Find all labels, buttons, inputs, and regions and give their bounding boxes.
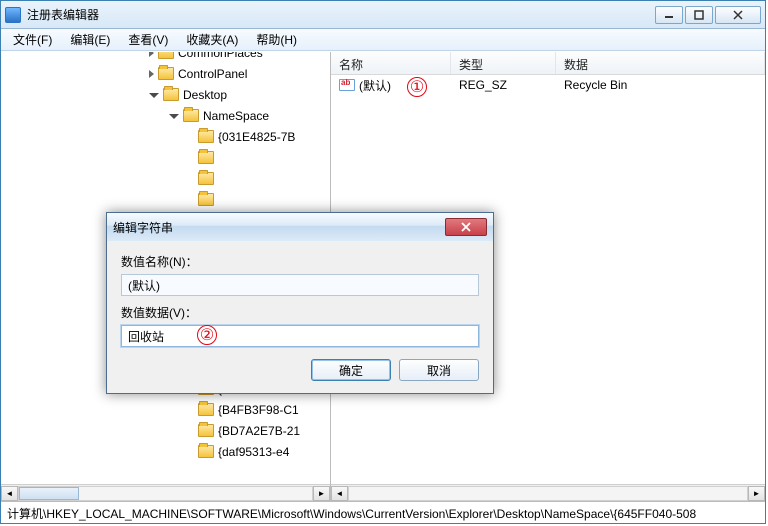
tree-item[interactable] <box>1 168 330 189</box>
edit-string-dialog[interactable]: 编辑字符串 数值名称(N)： (默认) 数值数据(V)： ② 确定 取 <box>106 212 494 394</box>
folder-icon <box>163 88 179 101</box>
tree-item[interactable]: {031E4825-7B <box>1 126 330 147</box>
dialog-body: 数值名称(N)： (默认) 数值数据(V)： ② 确定 取消 <box>107 241 493 393</box>
dialog-titlebar[interactable]: 编辑字符串 <box>107 213 493 241</box>
twister-open-icon[interactable] <box>169 114 179 119</box>
value-name-label: 数值名称(N)： <box>121 253 479 270</box>
folder-icon <box>198 424 214 437</box>
annotation-2: ② <box>197 325 217 345</box>
tree-item[interactable]: ControlPanel <box>1 63 330 84</box>
menu-help[interactable]: 帮助(H) <box>248 29 305 50</box>
col-data[interactable]: 数据 <box>556 52 765 74</box>
list-header[interactable]: 名称 类型 数据 <box>331 52 765 75</box>
folder-icon <box>198 193 214 206</box>
twister-open-icon[interactable] <box>149 93 159 98</box>
twister-closed-icon[interactable] <box>149 70 154 78</box>
menu-favorites[interactable]: 收藏夹(A) <box>178 29 246 50</box>
minimize-button[interactable] <box>655 6 683 24</box>
string-value-icon <box>339 79 355 91</box>
value-name-field: (默认) <box>121 274 479 296</box>
list-hscrollbar[interactable]: ◄ ► <box>331 484 765 501</box>
tree-item[interactable]: {daf95313-e4 <box>1 441 330 462</box>
tree-item-label: NameSpace <box>203 109 269 123</box>
col-name[interactable]: 名称 <box>331 52 451 74</box>
tree-item[interactable]: Desktop <box>1 84 330 105</box>
scroll-left-icon[interactable]: ◄ <box>331 486 348 501</box>
tree-item-label: {BD7A2E7B-21 <box>218 424 300 438</box>
folder-icon <box>183 109 199 122</box>
folder-icon <box>198 403 214 416</box>
col-type[interactable]: 类型 <box>451 52 556 74</box>
scroll-left-icon[interactable]: ◄ <box>1 486 18 501</box>
app-icon <box>5 7 21 23</box>
dialog-title: 编辑字符串 <box>113 219 445 236</box>
menubar: 文件(F) 编辑(E) 查看(V) 收藏夹(A) 帮助(H) <box>1 29 765 51</box>
tree-hscrollbar[interactable]: ◄ ► <box>1 484 330 501</box>
tree-item[interactable]: {B4FB3F98-C1 <box>1 399 330 420</box>
folder-icon <box>198 130 214 143</box>
tree-item-label: ControlPanel <box>178 67 247 81</box>
close-button[interactable] <box>715 6 761 24</box>
folder-icon <box>198 151 214 164</box>
ok-button[interactable]: 确定 <box>311 359 391 381</box>
value-data-input[interactable] <box>121 325 479 347</box>
tree-item-label: CommonPlaces <box>178 52 263 60</box>
menu-edit[interactable]: 编辑(E) <box>62 29 118 50</box>
tree-item[interactable] <box>1 189 330 210</box>
twister-closed-icon[interactable] <box>149 52 154 57</box>
tree-item-label: {031E4825-7B <box>218 130 295 144</box>
folder-icon <box>158 67 174 80</box>
menu-view[interactable]: 查看(V) <box>120 29 176 50</box>
scroll-right-icon[interactable]: ► <box>748 486 765 501</box>
list-row[interactable]: (默认) REG_SZ Recycle Bin <box>331 75 765 95</box>
scroll-track[interactable] <box>18 486 313 501</box>
value-name: (默认) <box>359 77 391 94</box>
scroll-thumb[interactable] <box>19 487 79 500</box>
tree-item[interactable] <box>1 147 330 168</box>
folder-icon <box>198 172 214 185</box>
dialog-close-button[interactable] <box>445 218 487 236</box>
scroll-right-icon[interactable]: ► <box>313 486 330 501</box>
registry-editor-window: 注册表编辑器 文件(F) 编辑(E) 查看(V) 收藏夹(A) 帮助(H) Co… <box>0 0 766 524</box>
menu-file[interactable]: 文件(F) <box>5 29 60 50</box>
tree-item[interactable]: CommonPlaces <box>1 52 330 63</box>
value-data: Recycle Bin <box>556 78 765 92</box>
window-title: 注册表编辑器 <box>27 6 653 23</box>
annotation-1: ① <box>407 77 427 97</box>
tree-item-label: {daf95313-e4 <box>218 445 289 459</box>
value-type: REG_SZ <box>451 78 556 92</box>
titlebar[interactable]: 注册表编辑器 <box>1 1 765 29</box>
statusbar: 计算机\HKEY_LOCAL_MACHINE\SOFTWARE\Microsof… <box>1 501 765 523</box>
tree-item-label: Desktop <box>183 88 227 102</box>
folder-icon <box>198 445 214 458</box>
value-data-label: 数值数据(V)： <box>121 304 479 321</box>
tree-item-label: {B4FB3F98-C1 <box>218 403 299 417</box>
folder-icon <box>158 52 174 59</box>
scroll-track[interactable] <box>348 486 748 501</box>
tree-item[interactable]: NameSpace <box>1 105 330 126</box>
maximize-button[interactable] <box>685 6 713 24</box>
client-area: CommonPlaces ControlPanel Desktop NameSpace… <box>1 51 765 501</box>
tree-item[interactable]: {BD7A2E7B-21 <box>1 420 330 441</box>
cancel-button[interactable]: 取消 <box>399 359 479 381</box>
